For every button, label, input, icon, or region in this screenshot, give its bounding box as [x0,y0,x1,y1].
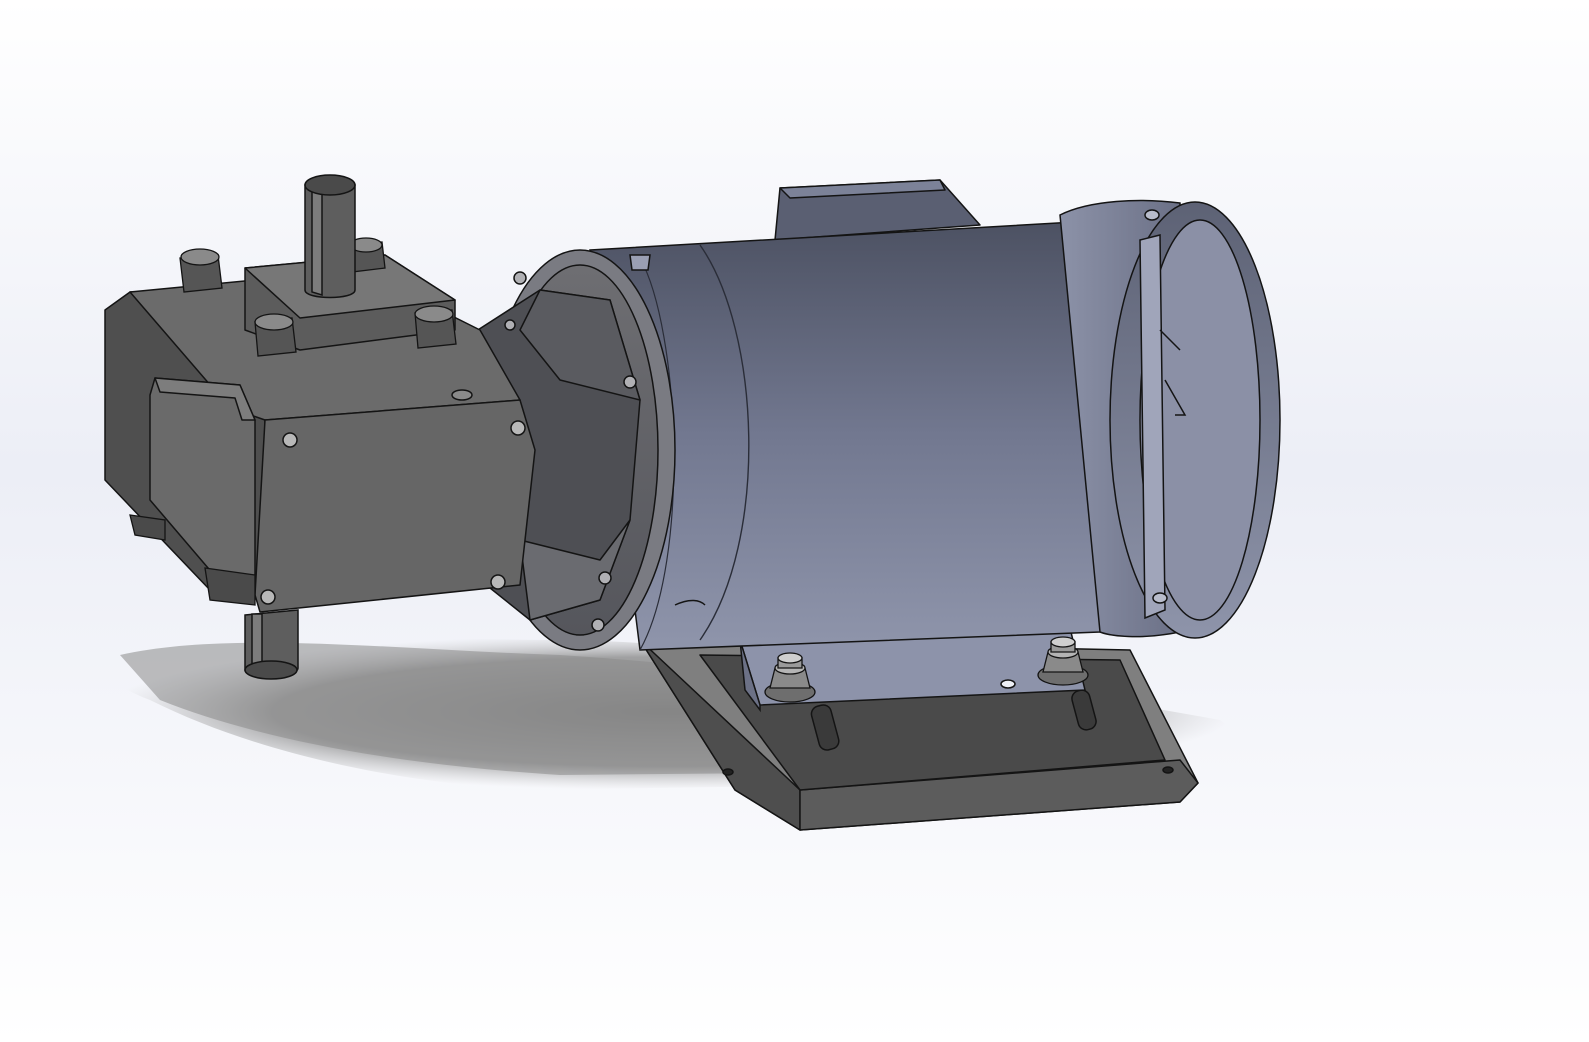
output-shaft-top [304,174,356,299]
cad-model-render[interactable] [0,0,1589,1042]
output-shaft-bottom [244,609,299,680]
cad-3d-viewport[interactable] [0,0,1589,1042]
gearbox-housing [104,254,536,613]
